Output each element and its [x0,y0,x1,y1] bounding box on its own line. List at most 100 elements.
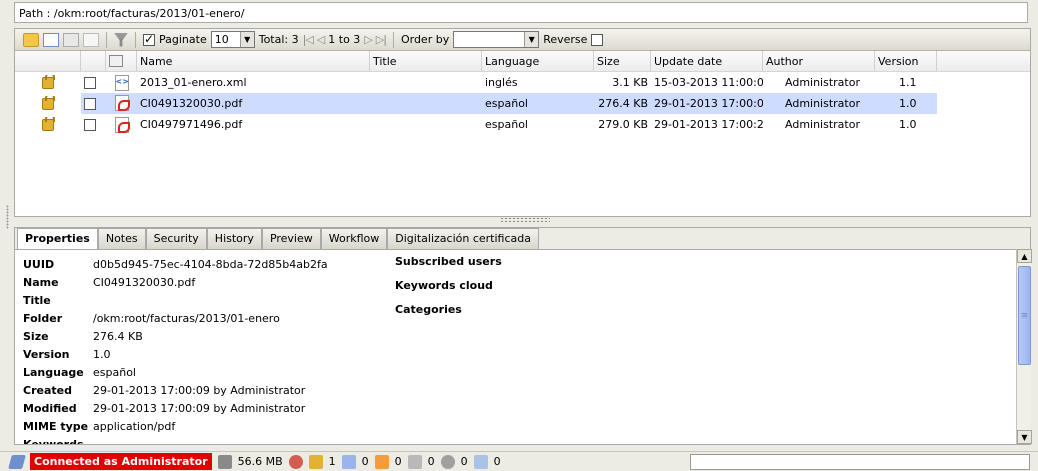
select-cell[interactable] [81,76,106,89]
vertical-splitter-grip[interactable] [6,205,9,229]
pdf-file-icon [114,95,130,111]
paginate-checkbox[interactable] [143,32,155,46]
page-icon[interactable] [83,32,99,47]
prop-name: Name CI0491320030.pdf [23,276,195,294]
table-row[interactable]: CI0491320030.pdf español 276.4 KB 29-01-… [15,93,1030,114]
next-page-icon[interactable]: ▷ [364,33,373,46]
prop-value: 276.4 KB [93,330,143,343]
header-type-col[interactable] [106,51,137,71]
properties-tabs: Properties Notes Security History Previe… [15,228,1030,249]
order-by-select[interactable]: ▼ [453,31,540,48]
workflow-count: 0 [460,455,468,468]
mail-icon[interactable] [63,32,79,47]
categories-title: Categories [395,303,462,316]
prop-key: UUID [23,258,55,271]
file-name[interactable]: CI0497971496.pdf [137,118,370,131]
mail-icon[interactable] [374,454,389,469]
tab-digitalizacion[interactable]: Digitalización certificada [387,228,539,249]
scroll-down-icon[interactable]: ▼ [1017,430,1032,444]
subscription-count: 0 [493,455,501,468]
file-language: español [482,93,594,114]
prop-modified: Modified 29-01-2013 17:00:09 by Administr… [23,402,305,420]
horizontal-splitter-grip[interactable] [500,217,550,223]
prop-value: 29-01-2013 17:00:09 by Administrator [93,384,306,397]
file-browser-panel: Paginate 10 ▼ Total: 3 |◁ ◁ 1 to 3 ▷ ▷| … [14,28,1031,217]
prop-key: Modified [23,402,77,415]
total-label: Total: 3 [258,33,299,46]
prop-value: /okm:root/facturas/2013/01-enero [93,312,280,325]
file-name[interactable]: CI0491320030.pdf [137,93,370,114]
reverse-checkbox[interactable] [591,33,604,46]
folder-icon[interactable] [23,32,39,47]
toolbar-separator [106,31,107,48]
prop-value: 1.0 [93,348,111,361]
header-update-date[interactable]: Update date [651,51,763,71]
scroll-up-icon[interactable]: ▲ [1017,249,1032,263]
select-cell[interactable] [81,118,106,131]
properties-scrollbar[interactable]: ▲ ≡ ▼ [1016,249,1032,444]
file-updated: 29-01-2013 17:00:09 [651,93,763,114]
row-checkbox[interactable] [84,98,96,110]
prop-keywords: Keywords [23,438,93,444]
row-checkbox[interactable] [84,77,96,89]
tag-icon[interactable] [407,454,422,469]
type-cell [106,93,137,114]
filter-icon[interactable] [114,32,128,47]
header-check-col [81,51,106,71]
locked-count: 1 [328,455,336,468]
lock-icon[interactable] [308,454,323,469]
header-title[interactable]: Title [370,51,482,71]
tab-workflow[interactable]: Workflow [320,228,388,249]
row-checkbox[interactable] [84,119,96,131]
prop-key: Language [23,366,84,379]
tab-notes[interactable]: Notes [97,228,146,249]
checkout-count: 0 [361,455,369,468]
select-cell[interactable] [81,93,106,114]
tab-history[interactable]: History [206,228,262,249]
previous-page-icon[interactable]: ◁ [317,33,326,46]
first-page-icon[interactable]: |◁ [303,33,314,46]
prop-version: Version 1.0 [23,348,111,366]
status-bar: Connected as Administrator 56.6 MB 1 0 0… [0,451,1038,471]
table-row[interactable]: CI0497971496.pdf español 279.0 KB 29-01-… [15,114,1030,135]
tab-preview[interactable]: Preview [261,228,321,249]
reverse-label: Reverse [543,33,588,46]
file-name[interactable]: 2013_01-enero.xml [137,76,370,89]
path-value: /okm:root/facturas/2013/01-enero/ [53,7,245,20]
tab-properties[interactable]: Properties [17,228,98,249]
header-language[interactable]: Language [482,51,594,71]
page-range-label: 1 to 3 [328,33,361,46]
subscription-icon[interactable] [473,454,488,469]
header-size[interactable]: Size [594,51,651,71]
prop-key: Created [23,384,72,397]
table-row[interactable]: 2013_01-enero.xml inglés 3.1 KB 15-03-20… [15,72,1030,93]
type-cell [106,74,137,91]
last-page-icon[interactable]: ▷| [376,33,387,46]
type-cell [106,116,137,133]
header-version[interactable]: Version [875,51,937,71]
checkout-icon[interactable] [341,454,356,469]
gear-icon[interactable] [440,454,455,469]
file-size: 3.1 KB [612,76,648,89]
prop-value: 29-01-2013 17:00:09 by Administrator [93,402,306,415]
header-name[interactable]: Name [137,51,370,71]
properties-panel: Properties Notes Security History Previe… [14,227,1032,445]
scroll-thumb[interactable]: ≡ [1018,266,1031,365]
header-author[interactable]: Author [763,51,875,71]
file-version: 1.1 [899,76,917,89]
prop-title: Title [23,294,93,312]
page-size-select[interactable]: 10 ▼ [210,31,255,48]
document-icon[interactable] [43,32,59,47]
prop-key: Folder [23,312,63,325]
file-updated: 29-01-2013 17:00:22 [654,118,763,131]
toolbar-separator [135,31,136,48]
file-grid-header: Name Title Language Size Update date Aut… [15,51,1030,72]
tab-security[interactable]: Security [145,228,207,249]
paginate-label: Paginate [159,33,207,46]
lock-cell [15,75,81,90]
path-bar: Path : /okm:root/facturas/2013/01-enero/ [14,2,1028,23]
tag-count: 0 [427,455,435,468]
prop-size: Size 276.4 KB [23,330,143,348]
user-icon[interactable] [288,454,303,469]
file-author: Administrator [785,76,860,89]
